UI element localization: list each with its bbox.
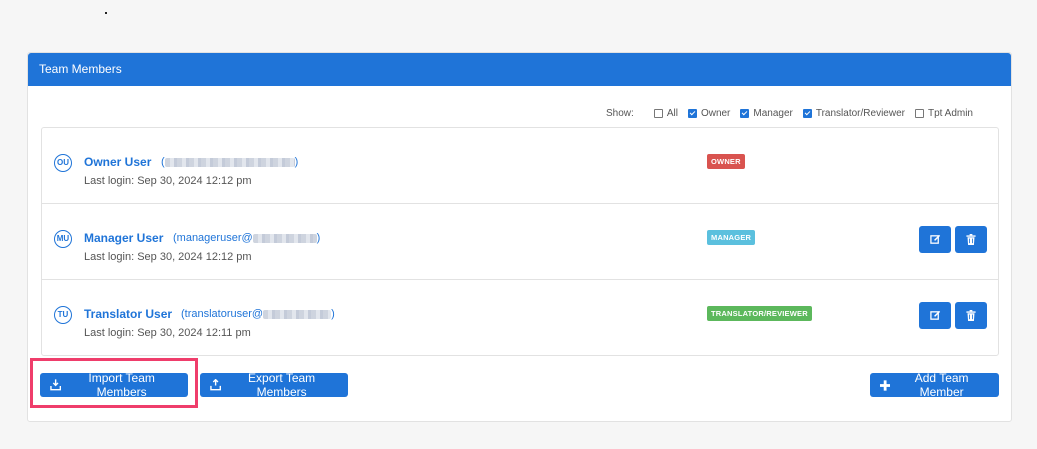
member-name[interactable]: Owner User xyxy=(84,155,151,169)
last-login: Last login: Sep 30, 2024 12:11 pm xyxy=(84,327,251,339)
filter-show-label: Show: xyxy=(606,108,634,119)
member-name[interactable]: Manager User xyxy=(84,231,163,245)
import-team-members-button[interactable]: Import Team Members xyxy=(40,371,188,399)
edit-button[interactable] xyxy=(919,302,951,329)
filter-tpt-admin-checkbox[interactable] xyxy=(914,109,924,118)
member-email: () xyxy=(161,156,299,168)
redacted-email xyxy=(164,157,295,167)
plus-icon xyxy=(880,379,891,391)
delete-button[interactable] xyxy=(955,226,987,253)
member-row-owner: OU Owner User () Last login: Sep 30, 202… xyxy=(42,128,998,204)
filter-translator-reviewer[interactable]: Translator/Reviewer xyxy=(802,108,905,119)
role-badge: OWNER xyxy=(707,154,745,169)
filter-owner[interactable]: Owner xyxy=(687,108,730,119)
filter-translator-reviewer-checkbox[interactable] xyxy=(802,109,812,118)
last-login: Last login: Sep 30, 2024 12:12 pm xyxy=(84,175,252,187)
filter-manager-checkbox[interactable] xyxy=(740,109,750,118)
edit-icon xyxy=(929,310,940,320)
last-login: Last login: Sep 30, 2024 12:12 pm xyxy=(84,251,252,263)
stray-dot xyxy=(105,12,107,14)
export-team-members-button[interactable]: Export Team Members xyxy=(200,371,348,399)
filter-tpt-admin[interactable]: Tpt Admin xyxy=(914,108,973,119)
import-icon xyxy=(50,379,62,391)
team-members-panel: Team Members Show: All Owner Manager Tra… xyxy=(27,52,1012,422)
member-name[interactable]: Translator User xyxy=(84,307,172,321)
member-row-translator: TU Translator User (translatoruser@) Las… xyxy=(42,280,998,356)
role-badge: MANAGER xyxy=(707,230,756,245)
filter-all[interactable]: All xyxy=(653,108,678,119)
trash-icon xyxy=(966,310,976,321)
export-icon xyxy=(210,379,222,391)
filter-owner-checkbox[interactable] xyxy=(687,109,697,118)
trash-icon xyxy=(966,234,976,245)
panel-title: Team Members xyxy=(28,53,1011,86)
member-row-manager: MU Manager User (manageruser@) Last logi… xyxy=(42,204,998,280)
member-list: OU Owner User () Last login: Sep 30, 202… xyxy=(41,127,999,356)
role-badge: TRANSLATOR/REVIEWER xyxy=(707,306,812,321)
filter-all-checkbox[interactable] xyxy=(653,109,663,118)
redacted-email xyxy=(252,233,317,243)
edit-button[interactable] xyxy=(919,226,951,253)
delete-button[interactable] xyxy=(955,302,987,329)
filter-manager[interactable]: Manager xyxy=(740,108,793,119)
redacted-email xyxy=(263,309,332,319)
member-email: (translatoruser@) xyxy=(181,308,335,320)
member-email: (manageruser@) xyxy=(173,232,321,244)
avatar: TU xyxy=(54,306,72,324)
edit-icon xyxy=(929,234,940,244)
avatar: OU xyxy=(54,154,72,172)
role-filters: Show: All Owner Manager Translator/Revie… xyxy=(606,108,973,119)
avatar: MU xyxy=(54,230,72,248)
add-team-member-button[interactable]: Add Team Member xyxy=(870,371,999,399)
